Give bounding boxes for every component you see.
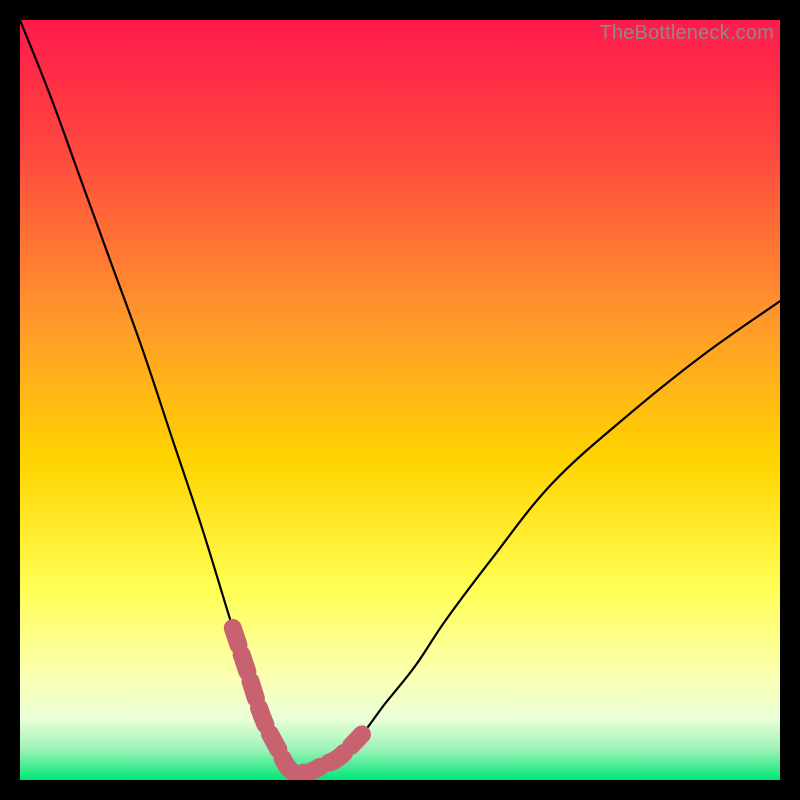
bottleneck-chart bbox=[20, 20, 780, 780]
chart-frame: TheBottleneck.com bbox=[20, 20, 780, 780]
gradient-background bbox=[20, 20, 780, 780]
watermark-label: TheBottleneck.com bbox=[599, 22, 774, 45]
